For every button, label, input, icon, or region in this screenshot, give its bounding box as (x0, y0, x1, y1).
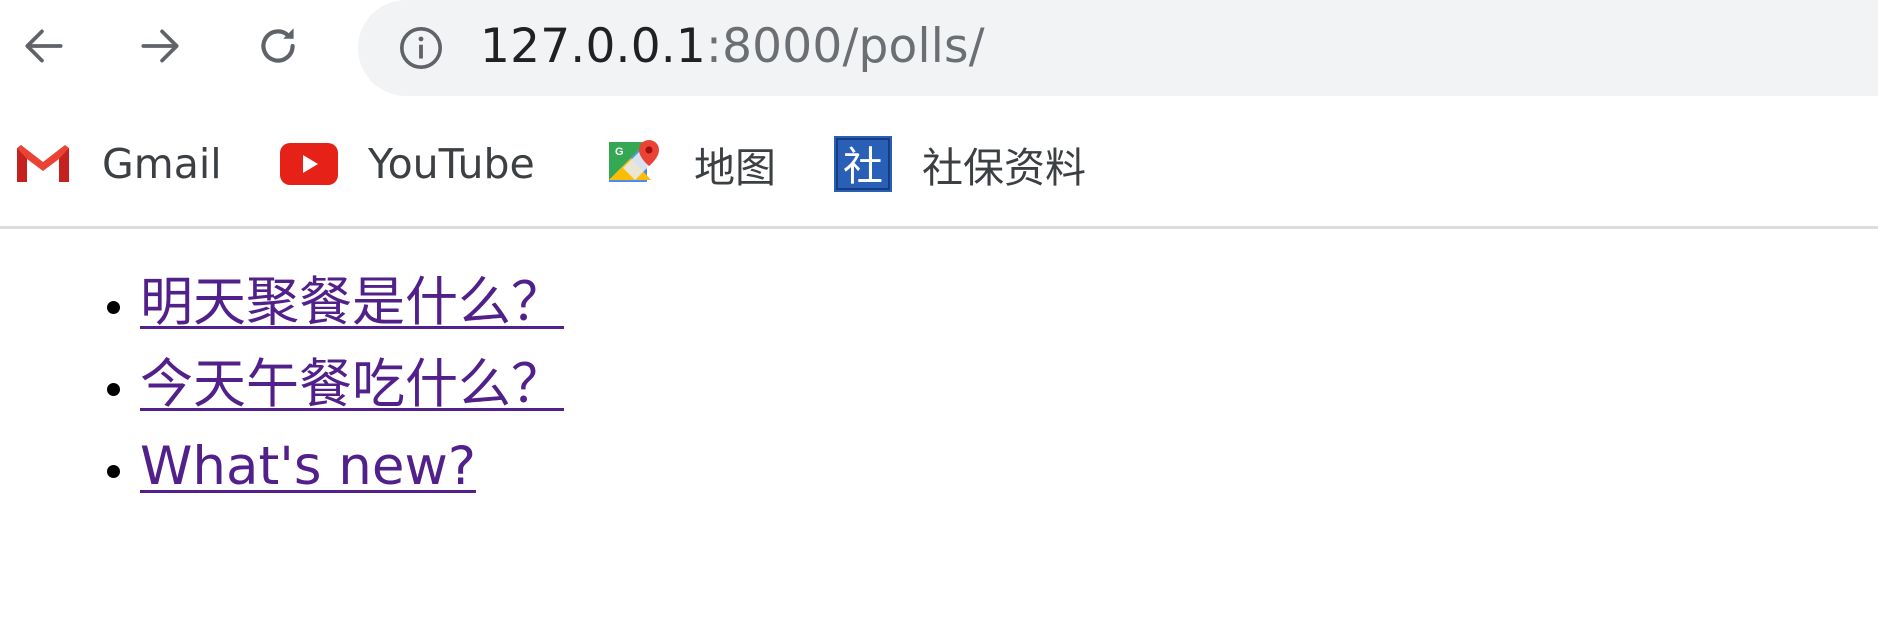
poll-link[interactable]: 今天午餐吃什么？ (140, 354, 564, 415)
svg-text:社: 社 (843, 144, 883, 190)
list-item: 今天午餐吃什么？ (140, 344, 1878, 426)
svg-text:G: G (615, 146, 624, 158)
reload-icon (261, 28, 295, 63)
list-item: 明天聚餐是什么？ (140, 262, 1878, 344)
bookmark-gmail[interactable]: Gmail (14, 132, 222, 196)
maps-icon: G (606, 135, 664, 193)
gmail-icon (14, 135, 72, 193)
youtube-icon (280, 135, 338, 193)
address-bar[interactable]: 127.0.0.1:8000/polls/ (358, 0, 1878, 96)
arrow-right-icon (141, 29, 179, 63)
toolbar-divider (0, 226, 1878, 229)
poll-list: 明天聚餐是什么？ 今天午餐吃什么？ What's new? (0, 262, 1878, 508)
browser-toolbar: 127.0.0.1:8000/polls/ (0, 0, 1878, 110)
poll-link[interactable]: 明天聚餐是什么？ (140, 272, 564, 333)
page-content: 明天聚餐是什么？ 今天午餐吃什么？ What's new? (0, 262, 1878, 508)
bookmarks-bar: Gmail YouTube G 地图 社 社保资料 (0, 118, 1878, 218)
bookmark-label: Gmail (102, 140, 222, 188)
url-text[interactable]: 127.0.0.1:8000/polls/ (480, 16, 985, 78)
arrow-left-icon (25, 29, 63, 63)
info-circle-icon[interactable] (398, 25, 444, 71)
poll-link[interactable]: What's new? (140, 436, 476, 497)
back-button[interactable] (14, 16, 74, 76)
bookmark-maps[interactable]: G 地图 (606, 132, 776, 196)
bookmark-label: 地图 (694, 144, 776, 192)
url-path: :8000/polls/ (706, 19, 985, 74)
forward-button[interactable] (130, 16, 190, 76)
reload-button[interactable] (248, 16, 308, 76)
url-host: 127.0.0.1 (480, 19, 707, 74)
bookmark-shebao[interactable]: 社 社保资料 (834, 132, 1086, 196)
shebao-icon: 社 (834, 135, 892, 193)
bookmark-youtube[interactable]: YouTube (280, 132, 535, 196)
bookmark-label: YouTube (368, 140, 535, 188)
bookmark-label: 社保资料 (922, 144, 1086, 192)
list-item: What's new? (140, 426, 1878, 508)
